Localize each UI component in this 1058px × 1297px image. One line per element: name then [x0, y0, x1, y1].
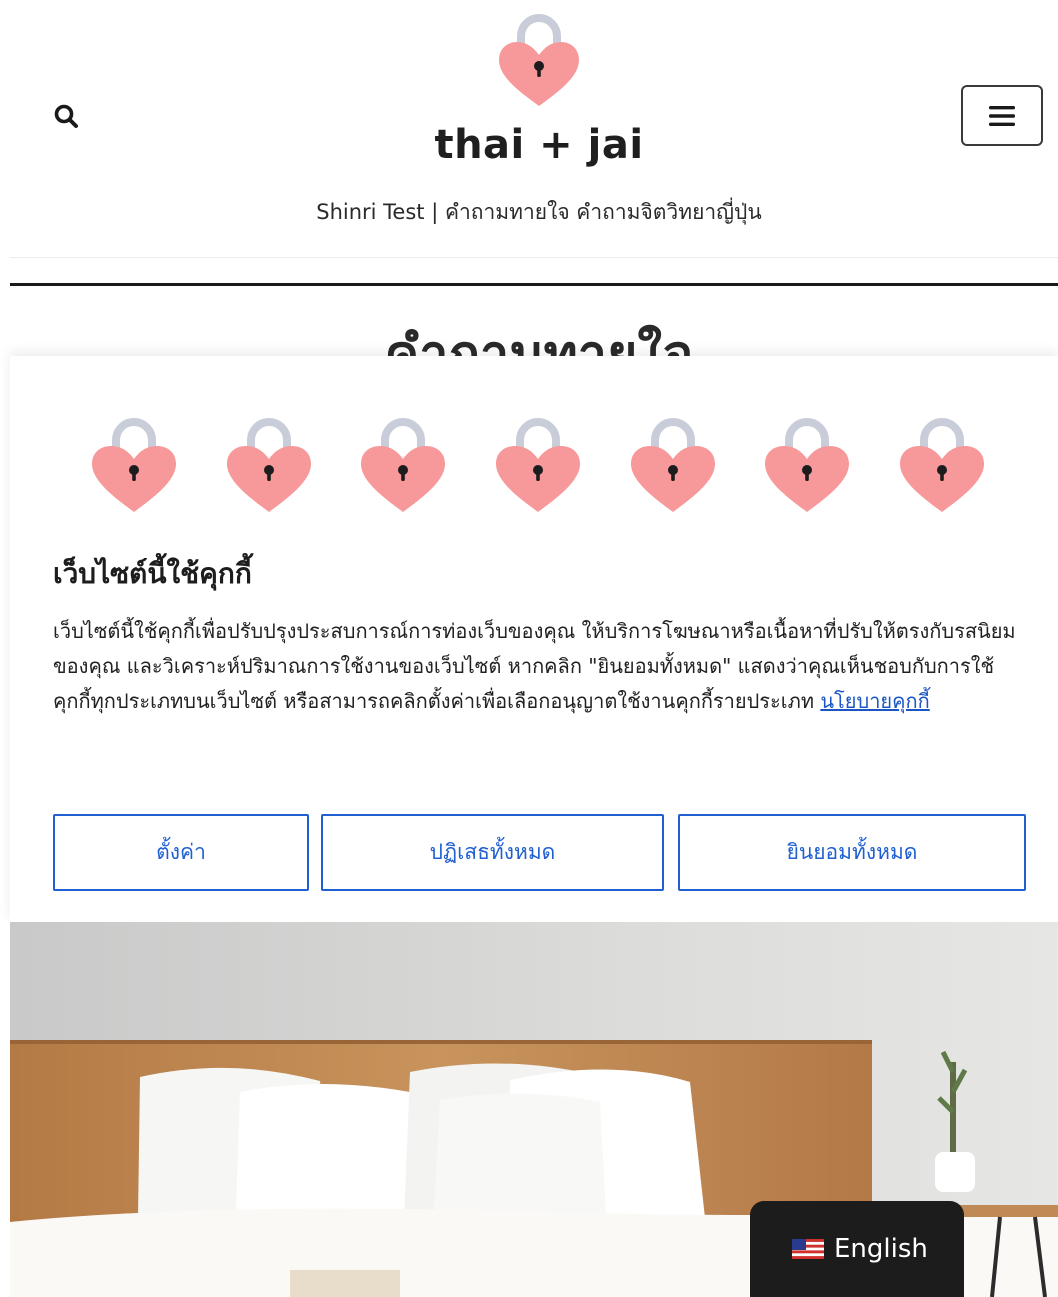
- heart-lock-icon: [899, 418, 984, 512]
- language-label: English: [834, 1234, 928, 1264]
- heart-lock-icon: [361, 418, 446, 512]
- heart-lock-icon: [226, 418, 311, 512]
- us-flag-icon: [792, 1239, 824, 1259]
- cookie-settings-button[interactable]: ตั้งค่า: [53, 814, 309, 891]
- site-title[interactable]: thai + jai: [0, 122, 1058, 168]
- site-tagline: Shinri Test | คำถามทายใจ คำถามจิตวิทยาญี…: [316, 200, 762, 224]
- cookie-hearts-row: [88, 412, 988, 522]
- heart-lock-icon: [630, 418, 715, 512]
- language-switcher[interactable]: English: [750, 1201, 964, 1297]
- page: thai + jai Shinri Test | คำถามทายใจ คำถา…: [0, 0, 1058, 1297]
- cookie-consent-banner: เว็บไซต์นี้ใช้คุกกี้ เว็บไซต์นี้ใช้คุกกี…: [10, 356, 1058, 922]
- cookie-policy-link[interactable]: นโยบายคุกกี้: [820, 689, 929, 713]
- heart-lock-icon: [765, 418, 850, 512]
- cookie-reject-all-button[interactable]: ปฏิเสธทั้งหมด: [321, 814, 664, 891]
- cookie-banner-title: เว็บไซต์นี้ใช้คุกกี้: [53, 557, 252, 590]
- header-divider-light: [10, 257, 1058, 258]
- site-logo-heart-lock-icon[interactable]: [493, 10, 585, 110]
- heart-lock-icon: [92, 418, 176, 512]
- cookie-banner-text: เว็บไซต์นี้ใช้คุกกี้เพื่อปรับปรุงประสบกา…: [53, 614, 1023, 719]
- cookie-accept-all-button[interactable]: ยินยอมทั้งหมด: [678, 814, 1026, 891]
- heart-lock-icon: [495, 418, 580, 512]
- header-divider: [10, 283, 1058, 286]
- page-heading: คำถามทายใจ: [384, 325, 694, 358]
